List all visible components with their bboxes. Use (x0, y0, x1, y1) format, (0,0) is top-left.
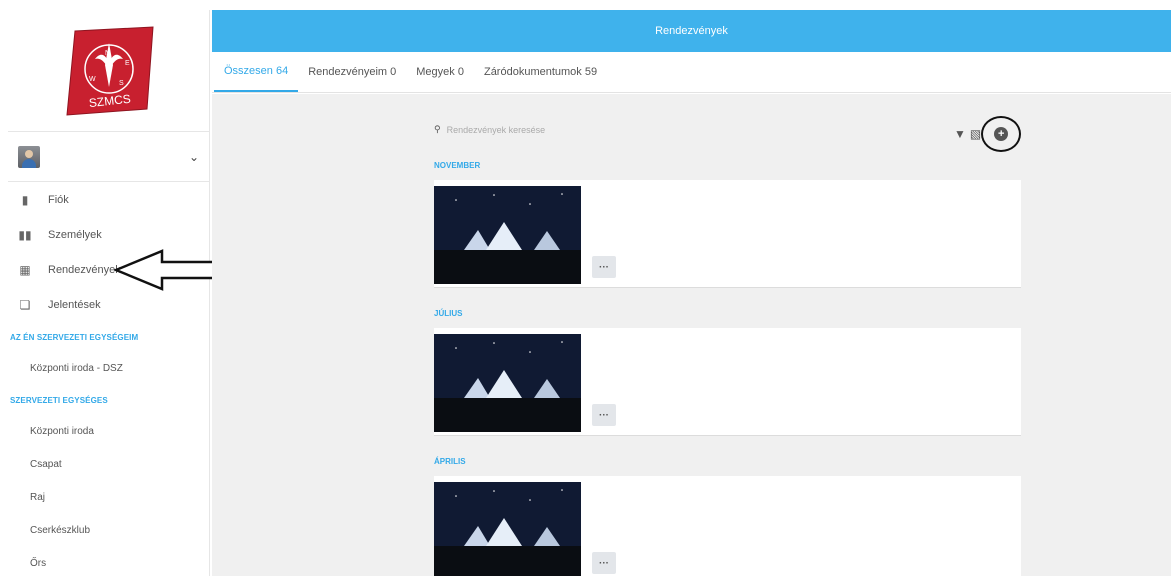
search-input[interactable]: Rendezvények keresése (447, 125, 546, 135)
logo-area: N E W S SZMCS (8, 10, 209, 132)
avatar[interactable] (18, 145, 40, 168)
compass-e: E (125, 60, 130, 67)
szmcs-logo[interactable]: N E W S SZMCS (61, 25, 157, 117)
documents-icon: ❏ (19, 297, 31, 312)
more-options-button[interactable]: ··· (592, 404, 616, 426)
month-label: NOVEMBER (434, 161, 481, 170)
sidebar-item-patrol[interactable]: Őrs (8, 547, 209, 576)
sidebar-item-troop[interactable]: Csapat (8, 448, 209, 481)
month-label: JÚLIUS (434, 309, 463, 318)
sidebar-item-central-office-dsz[interactable]: Központi iroda - DSZ (8, 352, 209, 385)
sidebar-item-label: Személyek (48, 228, 102, 241)
event-card[interactable]: ··· (434, 476, 1021, 576)
compass-w: W (89, 76, 96, 83)
sidebar-item-account[interactable]: ▮ Fiók (8, 182, 209, 217)
section-title-my-units: AZ ÉN SZERVEZETI EGYSÉGEIM (10, 332, 139, 342)
event-thumbnail[interactable] (434, 482, 581, 576)
event-card[interactable]: ··· (434, 180, 1021, 288)
sidebar: N E W S SZMCS ⌄ ▮ Fiók ▮▮ Személyek ▦ Re… (8, 10, 210, 576)
sidebar-item-central-office[interactable]: Központi iroda (8, 415, 209, 448)
tab-closing-documents[interactable]: Záródokumentumok 59 (474, 52, 607, 92)
add-highlight: + (981, 116, 1022, 152)
sidebar-item-scout-club[interactable]: Cserkészklub (8, 514, 209, 547)
tab-total[interactable]: Összesen 64 (214, 52, 299, 92)
calendar-icon: ▦ (19, 262, 31, 277)
sidebar-item-reports[interactable]: ❏ Jelentések (8, 287, 209, 322)
search-icon: ⚲ (434, 124, 441, 134)
add-event-button[interactable]: + (994, 127, 1009, 141)
event-thumbnail[interactable] (434, 186, 581, 284)
sidebar-item-label: Jelentések (48, 298, 101, 311)
tab-my-events[interactable]: Rendezvényeim 0 (298, 52, 406, 92)
more-options-button[interactable]: ··· (592, 256, 616, 278)
sidebar-item-label: Rendezvények (48, 263, 121, 276)
compass-s: S (119, 80, 124, 87)
more-options-button[interactable]: ··· (592, 552, 616, 574)
tab-counties[interactable]: Megyek 0 (406, 52, 474, 92)
sidebar-item-swarm[interactable]: Raj (8, 481, 209, 514)
filter-icon[interactable]: ▼ (954, 127, 966, 141)
section-title-units: SZERVEZETI EGYSÉGES (10, 395, 108, 405)
main-content: ⚲ Rendezvények keresése ▼ ▧ + NOVEMBER ·… (212, 94, 1171, 576)
sidebar-item-persons[interactable]: ▮▮ Személyek (8, 217, 209, 252)
event-thumbnail[interactable] (434, 334, 581, 432)
chevron-down-icon[interactable]: ⌄ (189, 150, 199, 164)
sidebar-item-label: Fiók (48, 193, 69, 206)
people-icon: ▮▮ (18, 227, 32, 242)
profile-row[interactable]: ⌄ (8, 132, 209, 182)
event-card[interactable]: ··· (434, 328, 1021, 436)
tab-bar: Összesen 64 Rendezvényeim 0 Megyek 0 Zár… (212, 52, 1171, 93)
clipboard-icon[interactable]: ▧ (970, 127, 981, 141)
person-icon: ▮ (21, 192, 29, 207)
page-title: Rendezvények (655, 25, 728, 37)
header-bar: Rendezvények (212, 10, 1171, 52)
toolbar: ▼ ▧ + (954, 116, 1022, 152)
search-box[interactable]: ⚲ Rendezvények keresése (434, 124, 545, 135)
compass-n: N (105, 50, 110, 57)
month-label: ÁPRILIS (434, 457, 466, 466)
